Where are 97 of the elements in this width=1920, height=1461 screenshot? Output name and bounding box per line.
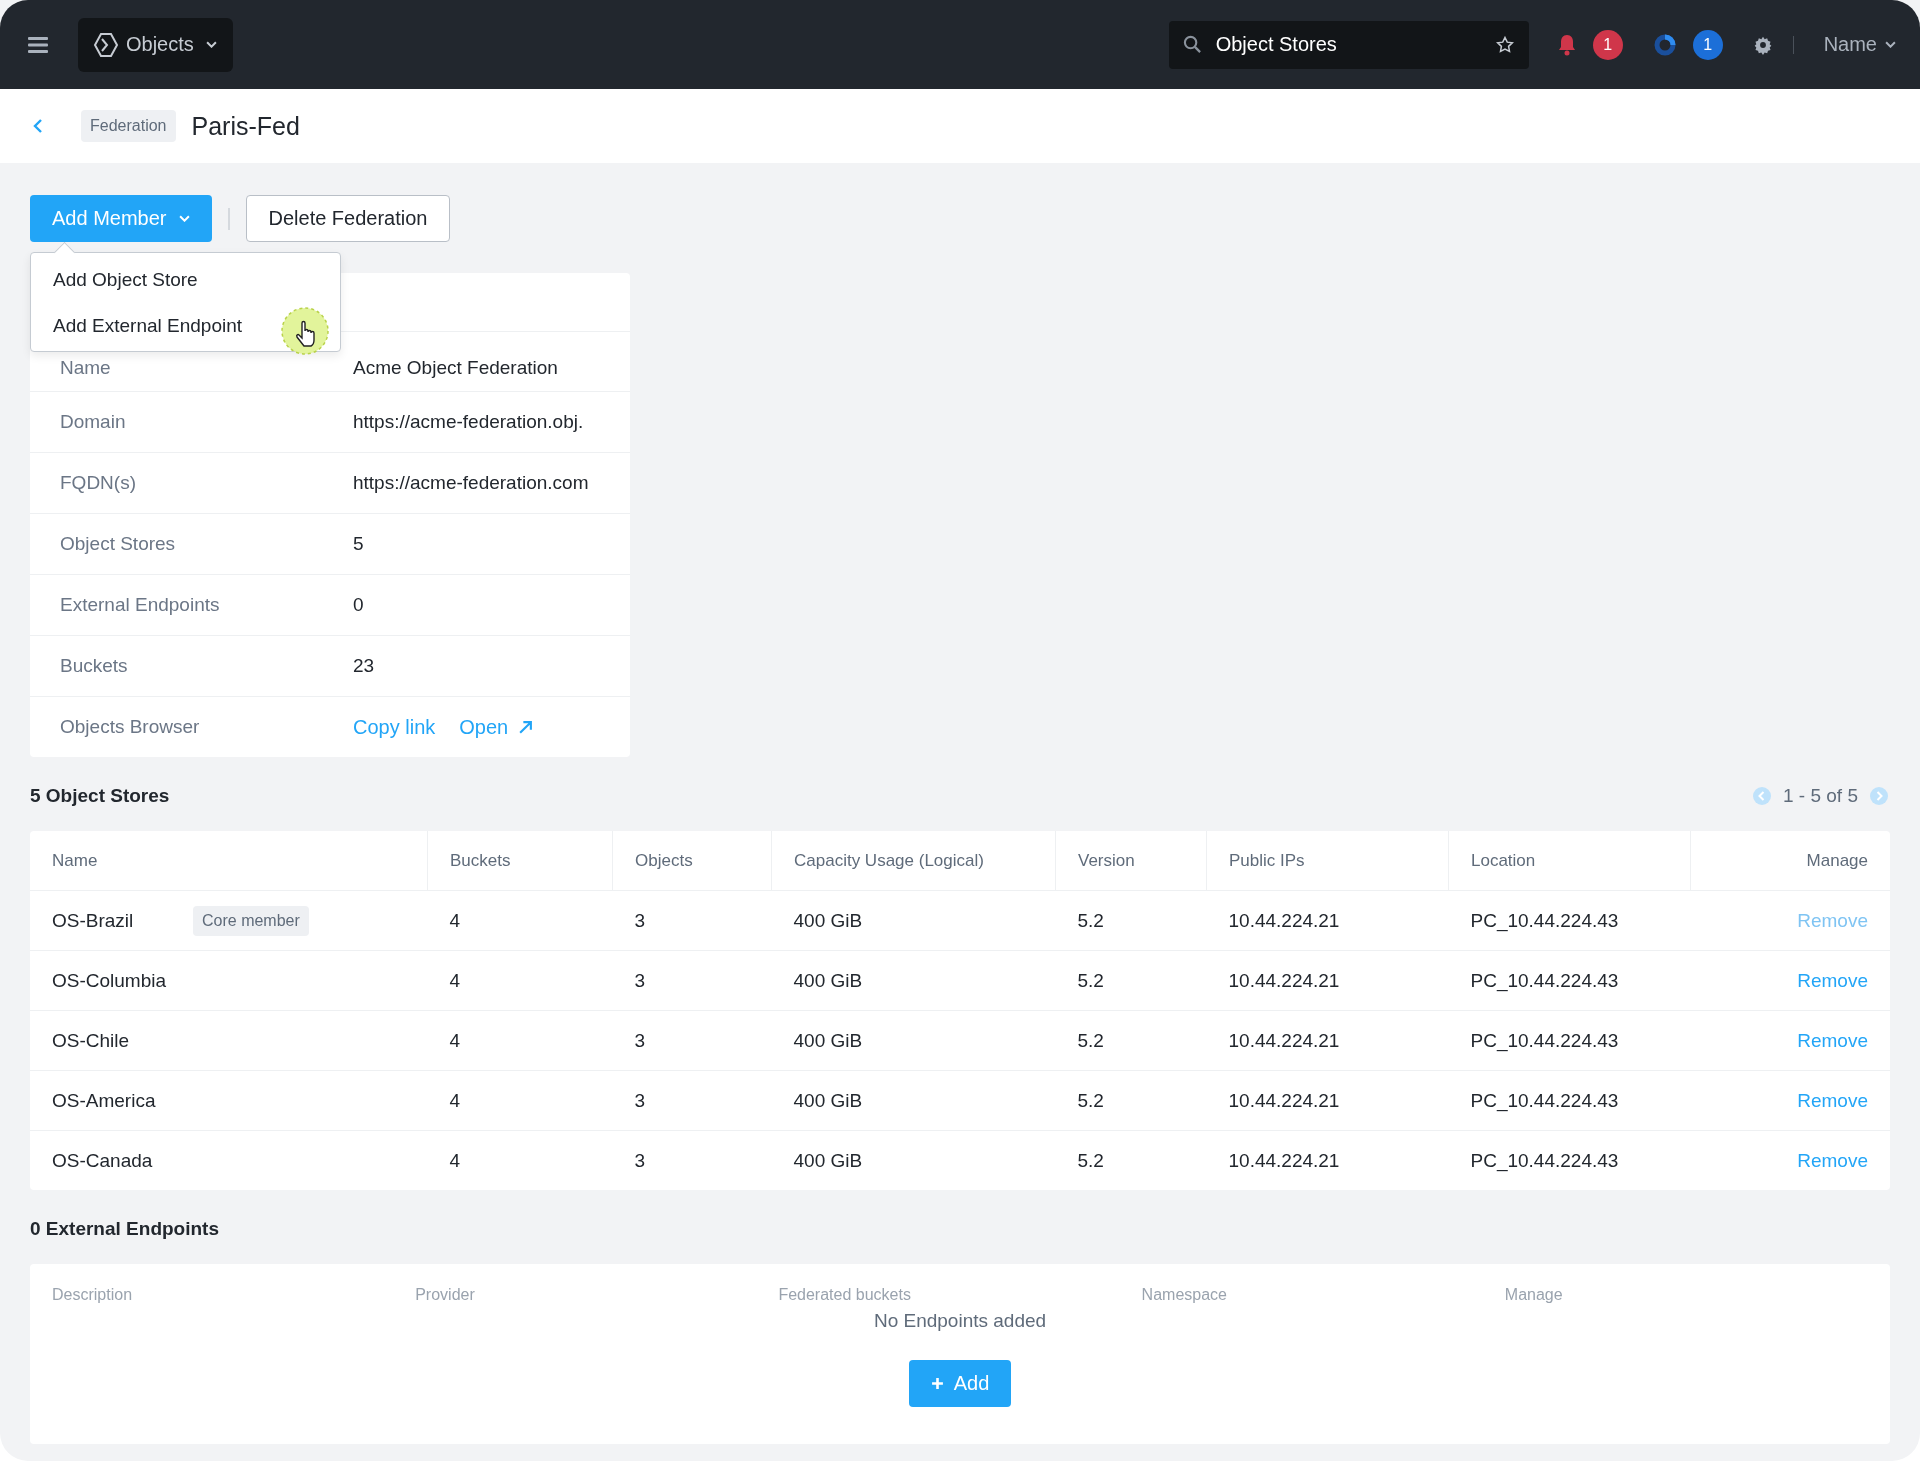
detail-value: https://acme-federation.com: [353, 472, 589, 494]
table-cell: PC_10.44.224.43: [1470, 969, 1619, 991]
menu-icon[interactable]: [28, 36, 48, 53]
column-header: Manage: [1504, 1286, 1564, 1304]
column-header: Capacity Usage (Logical): [794, 850, 984, 870]
table-cell: 5.2: [1077, 969, 1104, 991]
remove-link[interactable]: Remove: [1797, 1089, 1868, 1111]
column-header: Buckets: [450, 850, 511, 870]
table-cell-text: OS-Columbia: [52, 969, 168, 992]
menu-item[interactable]: Add Object Store: [31, 257, 340, 303]
table-cell: PC_10.44.224.43: [1470, 909, 1619, 931]
table-cell-text: OS-Canada: [52, 1149, 154, 1172]
table-cell: 4: [449, 909, 461, 931]
table-cell: 400 GiB: [793, 969, 863, 991]
table-cell: PC_10.44.224.43: [1470, 1089, 1619, 1111]
table-cell: 3: [634, 909, 646, 931]
empty-message: No Endpoints added: [873, 1310, 1047, 1332]
table-cell: PC_10.44.224.43: [1470, 1029, 1619, 1051]
detail-value: Acme Object Federation: [353, 357, 558, 379]
section-title: 5 Object Stores: [30, 785, 170, 807]
table-cell: 3: [634, 1029, 646, 1051]
link[interactable]: Open: [459, 715, 534, 739]
user-menu[interactable]: Name: [1823, 33, 1896, 56]
table-cell: 5.2: [1077, 1029, 1104, 1051]
table-cell: 4: [449, 969, 461, 991]
table-cell: 3: [634, 969, 646, 991]
progress-ring-icon[interactable]: [1652, 32, 1677, 57]
search-field[interactable]: Object Stores: [1168, 20, 1529, 69]
table-cell: 5.2: [1077, 909, 1104, 931]
detail-value: 5: [353, 533, 364, 555]
column-header: Public IPs: [1229, 850, 1305, 870]
alert-count-badge: 1: [1592, 29, 1623, 60]
table-cell: 4: [449, 1149, 461, 1171]
page-title: Paris-Fed: [191, 111, 300, 141]
remove-link[interactable]: Remove: [1797, 969, 1868, 991]
pagination-text: 1 - 5 of 5: [1783, 785, 1858, 807]
detail-value: 23: [353, 655, 375, 677]
table-cell: 400 GiB: [793, 909, 863, 931]
column-header: Federated buckets: [778, 1286, 912, 1304]
detail-label: Objects Browser: [60, 716, 201, 738]
column-header: Description: [52, 1286, 134, 1304]
external-link-icon: [518, 719, 534, 735]
column-header: Version: [1078, 850, 1135, 870]
table-cell: 5.2: [1077, 1089, 1104, 1111]
star-icon[interactable]: [1494, 34, 1515, 55]
link[interactable]: Copy link: [353, 715, 436, 739]
bell-icon[interactable]: [1556, 33, 1577, 56]
detail-value: https://acme-federation.obj.: [353, 411, 584, 433]
detail-label: Object Stores: [60, 533, 177, 555]
table-cell: 10.44.224.21: [1228, 1029, 1340, 1051]
app-switcher[interactable]: Objects: [78, 17, 233, 72]
table-cell: 400 GiB: [793, 1149, 863, 1171]
caret-icon: [178, 215, 190, 222]
detail-label: External Endpoints: [60, 594, 221, 616]
column-header: Namespace: [1141, 1286, 1228, 1304]
core-member-tag: Core member: [193, 905, 309, 936]
column-header: Provider: [415, 1286, 476, 1304]
app-logo-icon: [92, 30, 120, 59]
table-cell: 4: [449, 1029, 461, 1051]
caret-icon: [1885, 41, 1896, 48]
add-member-button[interactable]: Add Member: [30, 195, 212, 242]
search-icon: [1182, 34, 1202, 54]
breadcrumb-tag[interactable]: Federation: [81, 110, 176, 142]
detail-label: Name: [60, 357, 112, 379]
table-cell: 10.44.224.21: [1228, 1149, 1340, 1171]
settings-icon[interactable]: [1752, 34, 1773, 55]
table-cell: 3: [634, 1089, 646, 1111]
table-cell: 10.44.224.21: [1228, 1089, 1340, 1111]
table-cell-text: OS-Chile: [52, 1029, 131, 1052]
plus-icon: [930, 1377, 944, 1390]
detail-label: Buckets: [60, 655, 129, 677]
delete-federation-button[interactable]: Delete Federation: [245, 195, 451, 242]
table-cell: PC_10.44.224.43: [1470, 1149, 1619, 1171]
task-count-badge: 1: [1692, 29, 1723, 60]
detail-label: Domain: [60, 411, 127, 433]
table-cell: 10.44.224.21: [1228, 909, 1340, 931]
table-cell: 400 GiB: [793, 1029, 863, 1051]
detail-value: 0: [353, 594, 364, 616]
table-cell: 4: [449, 1089, 461, 1111]
column-header: Name: [52, 850, 98, 870]
table-cell: 400 GiB: [793, 1089, 863, 1111]
caret-icon: [205, 41, 217, 48]
add-button[interactable]: Add: [908, 1360, 1012, 1407]
column-header: Location: [1471, 850, 1536, 870]
remove-link[interactable]: Remove: [1797, 1149, 1868, 1171]
detail-label: FQDN(s): [60, 472, 137, 494]
section-title: 0 External Endpoints: [30, 1218, 219, 1240]
menu-item[interactable]: Add External Endpoint: [31, 303, 340, 349]
table-cell: 5.2: [1077, 1149, 1104, 1171]
table-cell: 3: [634, 1149, 646, 1171]
back-icon[interactable]: [33, 118, 43, 134]
table-cell: 10.44.224.21: [1228, 969, 1340, 991]
column-header: Manage: [1806, 850, 1868, 870]
remove-link[interactable]: Remove: [1797, 1029, 1868, 1051]
table-cell-text: OS-America: [52, 1089, 157, 1112]
column-header: Objects: [635, 850, 693, 870]
table-cell-text: OS-Brazil: [52, 909, 135, 932]
